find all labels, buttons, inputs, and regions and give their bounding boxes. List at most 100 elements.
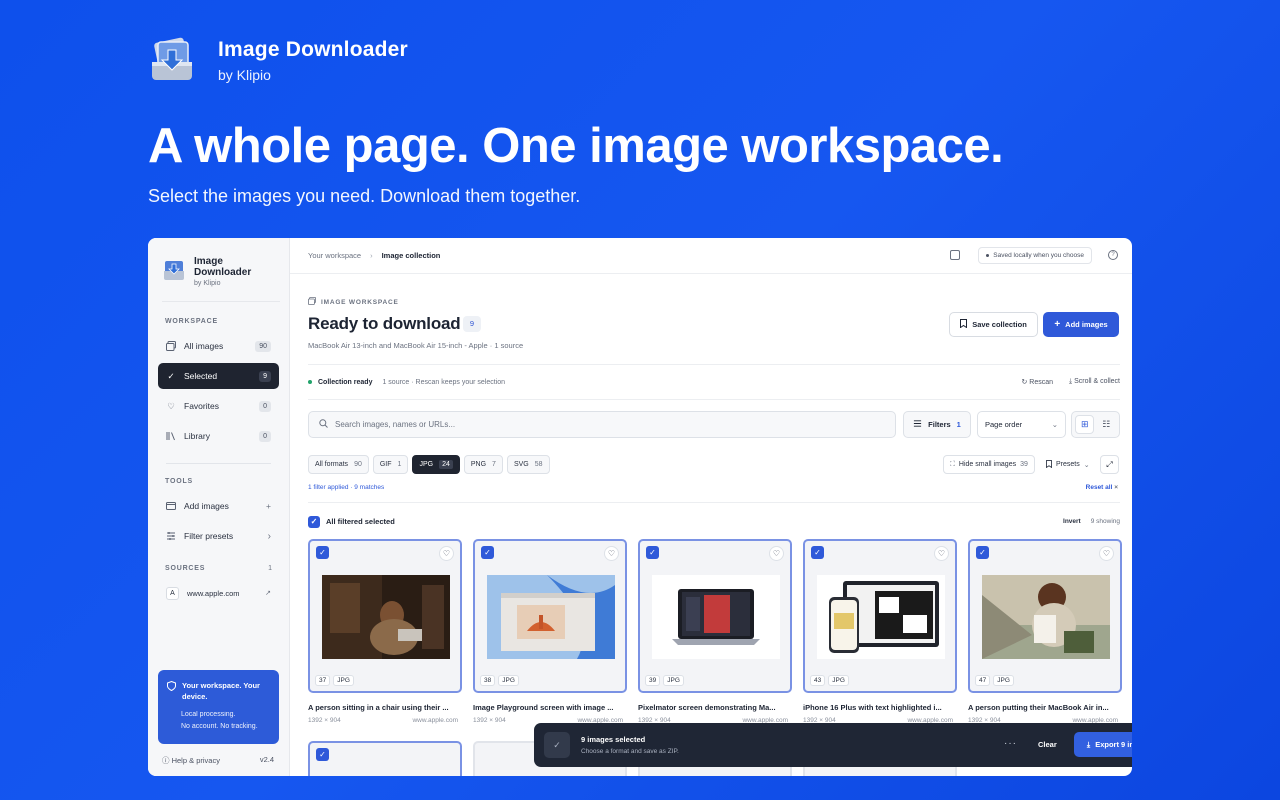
sidebar-item-favorites[interactable]: ♡ Favorites 0 [158, 393, 279, 419]
chip-svg[interactable]: SVG 58 [506, 455, 550, 474]
heart-icon: ♡ [167, 400, 175, 411]
filters-button[interactable]: Filters 1 [903, 411, 971, 438]
grid-view-icon[interactable]: ⊞ [1075, 415, 1095, 434]
status-dot [308, 380, 312, 384]
chevron-down-icon: ⌄ [1051, 420, 1058, 429]
invert-button[interactable]: Invert [1063, 518, 1081, 525]
image-card-frame[interactable]: ✓ ♡ 43 JPG [803, 539, 957, 693]
scroll-collect-label: Scroll & collect [1074, 378, 1120, 385]
sidebar-item-label: All images [184, 341, 224, 351]
scroll-collect-button[interactable]: ⤓ Scroll & collect [1069, 378, 1120, 386]
card-meta: 1392 × 904 www.apple.com [308, 717, 458, 724]
action-bar-subtitle: Choose a format and save as ZIP. [581, 748, 679, 755]
card-tags: 47 JPG [975, 675, 1014, 686]
external-link-icon[interactable]: ↗ [265, 589, 271, 597]
card-checkbox[interactable]: ✓ [481, 546, 494, 559]
card-checkbox[interactable]: ✓ [316, 748, 329, 761]
list-view-icon[interactable]: ☷ [1097, 415, 1116, 434]
status-info: 1 source · Rescan keeps your selection [382, 378, 506, 386]
search-placeholder: Search images, names or URLs... [335, 420, 456, 429]
chip-count: 7 [492, 461, 496, 468]
help-icon[interactable]: ? [1108, 250, 1118, 260]
image-card[interactable]: ✓ ♡ 38 JPG Image Playground screen with … [473, 539, 627, 724]
reset-all-label: Reset all [1085, 484, 1113, 491]
card-checkbox[interactable]: ✓ [646, 546, 659, 559]
chip-count: 58 [534, 461, 543, 468]
add-images-button[interactable]: + Add images [1043, 312, 1119, 337]
card-checkbox[interactable]: ✓ [811, 546, 824, 559]
image-card[interactable]: ✓ ♡ 43 JPG iPhone 16 Plus with text high… [803, 539, 957, 724]
card-checkbox[interactable]: ✓ [976, 546, 989, 559]
page-subtitle: MacBook Air 13-inch and MacBook Air 15-i… [308, 341, 524, 350]
sidebar-item-add-images[interactable]: Add images + [158, 493, 279, 519]
heart-icon[interactable]: ♡ [604, 546, 619, 561]
reset-all-button[interactable]: Reset all × [1086, 484, 1118, 491]
heart-icon[interactable]: ♡ [1099, 546, 1114, 561]
image-card-frame[interactable]: ✓ ♡ 39 JPG [638, 539, 792, 693]
panel-icon[interactable] [950, 250, 960, 260]
brand-title: Image Downloader [218, 37, 408, 61]
brand-byline: by Klipio [218, 66, 271, 83]
heart-icon[interactable]: ♡ [439, 546, 454, 561]
chevron-down-icon: ⌄ [1083, 461, 1090, 469]
more-options-icon[interactable]: ··· [1004, 738, 1017, 749]
view-toggle: ⊞ ☷ [1071, 411, 1120, 438]
select-all-checkbox[interactable]: ✓ [308, 515, 320, 528]
rescan-label: Rescan [1029, 379, 1054, 386]
image-card[interactable]: ✓ ♡ 47 JPG A person putting their MacBoo… [968, 539, 1122, 724]
source-item-apple[interactable]: A www.apple.com ↗ [158, 580, 279, 606]
sidebar-brand-title-line2: Downloader [194, 267, 252, 278]
chip-gif[interactable]: GIF 1 [372, 455, 409, 474]
presets-dropdown[interactable]: Presets ⌄ [1046, 455, 1090, 474]
sidebar-item-label: Selected [184, 371, 218, 381]
rescan-button[interactable]: ↻ Rescan [1021, 378, 1053, 386]
expand-icon[interactable]: ⤢ [1100, 455, 1119, 474]
format-chips: All formats 90 GIF 1 JPG 24 PNG 7 SVG 58 [308, 455, 550, 474]
heart-icon[interactable]: ♡ [769, 546, 784, 561]
breadcrumb-workspace[interactable]: Your workspace [308, 251, 361, 260]
help-link[interactable]: ⓘ Help & privacy [162, 755, 220, 766]
order-selected-value: Page order [985, 420, 1023, 429]
download-icon: ⤓ [1069, 378, 1073, 385]
order-select[interactable]: Page order ⌄ [977, 411, 1066, 438]
sliders-icon [913, 419, 922, 430]
card-index: 37 [315, 675, 331, 686]
chip-png[interactable]: PNG 7 [463, 455, 503, 474]
chip-jpg[interactable]: JPG 24 [412, 455, 460, 474]
search-input[interactable]: Search images, names or URLs... [308, 411, 896, 438]
image-thumbnail [652, 575, 780, 659]
title-count-badge: 9 [463, 316, 481, 332]
export-button[interactable]: ⤓ Export 9 images [1074, 732, 1132, 757]
save-collection-button[interactable]: Save collection [949, 312, 1038, 337]
image-card[interactable]: ✓ ♡ 39 JPG Pixelmator screen demonstrati… [638, 539, 792, 724]
sliders-icon [166, 531, 176, 541]
sidebar-item-filter-presets[interactable]: Filter presets › [158, 523, 279, 549]
image-thumbnail [487, 575, 615, 659]
clear-button[interactable]: Clear [1038, 740, 1057, 749]
card-title: iPhone 16 Plus with text highlighted i..… [803, 703, 942, 712]
chip-all-formats[interactable]: All formats 90 [308, 455, 369, 474]
images-icon [166, 341, 176, 351]
chip-count: 24 [439, 460, 453, 469]
saved-text: Saved locally when you choose [993, 252, 1084, 259]
help-label: Help & privacy [171, 756, 220, 765]
chip-label: PNG [470, 461, 487, 468]
privacy-title-text: Your workspace. Your device. [182, 681, 260, 701]
image-card[interactable]: ✓ [308, 741, 462, 776]
image-card-frame[interactable]: ✓ ♡ 37 JPG [308, 539, 462, 693]
hide-small-images-toggle[interactable]: ⛶ Hide small images 39 [943, 455, 1035, 474]
card-tags: 39 JPG [645, 675, 684, 686]
sidebar-item-selected[interactable]: ✓ Selected 9 [158, 363, 279, 389]
card-checkbox[interactable]: ✓ [316, 546, 329, 559]
heart-icon[interactable]: ♡ [934, 546, 949, 561]
check-icon: ✓ [167, 370, 175, 381]
filter-info: 1 filter applied · 9 matches [308, 484, 385, 491]
refresh-icon: ↻ [1021, 379, 1028, 386]
sidebar-item-library[interactable]: Library 0 [158, 423, 279, 449]
breadcrumb-collection: Image collection [381, 251, 441, 260]
sidebar-item-all-images[interactable]: All images 90 [158, 333, 279, 359]
card-index: 38 [480, 675, 496, 686]
image-card-frame[interactable]: ✓ ♡ 38 JPG [473, 539, 627, 693]
image-card[interactable]: ✓ ♡ 37 JPG A person sitting in a chair u… [308, 539, 462, 724]
image-card-frame[interactable]: ✓ ♡ 47 JPG [968, 539, 1122, 693]
